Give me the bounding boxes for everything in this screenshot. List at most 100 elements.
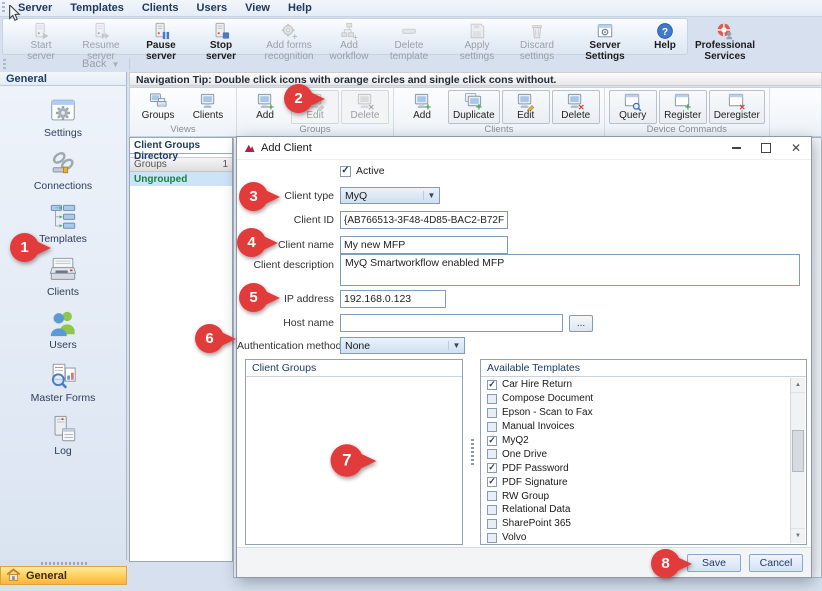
template-checkbox[interactable] <box>487 394 497 404</box>
device-commands-deregister-button[interactable]: ×Deregister <box>709 90 765 124</box>
add-workflow-icon: + <box>340 22 358 40</box>
ribbon-button-label: Duplicate <box>453 111 495 121</box>
template-label: One Drive <box>502 449 547 460</box>
template-checkbox[interactable] <box>487 463 497 473</box>
host-name-browse-button[interactable]: ... <box>569 315 593 332</box>
template-row-volvo[interactable]: Volvo <box>482 531 790 543</box>
client-type-select[interactable]: MyQ ▼ <box>340 187 440 204</box>
template-row-pdf-signature[interactable]: PDF Signature <box>482 475 790 489</box>
panel-splitter[interactable] <box>468 359 476 545</box>
template-row-rw-group[interactable]: RW Group <box>482 489 790 503</box>
toolbar-grip[interactable] <box>3 59 6 70</box>
template-checkbox[interactable] <box>487 436 497 446</box>
template-row-relational-data[interactable]: Relational Data <box>482 503 790 517</box>
ribbon-group-label: Clients <box>398 124 600 136</box>
dialog-title-bar[interactable]: Add Client ✕ <box>237 137 811 160</box>
ribbon-group-views: GroupsClientsViews <box>130 88 237 136</box>
template-label: PDF Password <box>502 463 569 474</box>
template-checkbox[interactable] <box>487 491 497 501</box>
ip-address-field[interactable] <box>340 290 446 308</box>
template-row-compose-document[interactable]: Compose Document <box>482 392 790 406</box>
server-settings-button[interactable]: Server Settings <box>575 20 635 53</box>
sidebar-footer-general[interactable]: General <box>0 566 127 585</box>
template-checkbox[interactable] <box>487 449 497 459</box>
start-server-icon <box>32 22 50 40</box>
clients-icon <box>199 92 218 111</box>
groups-list-header[interactable]: Groups 1 <box>130 157 232 172</box>
template-checkbox[interactable] <box>487 422 497 432</box>
client-id-label: Client ID <box>237 214 334 226</box>
sidebar-item-master-forms[interactable]: Master Forms <box>0 360 126 404</box>
add-icon: + <box>413 92 432 111</box>
save-button[interactable]: Save <box>687 554 741 572</box>
clients-add-button[interactable]: +Add <box>398 90 446 124</box>
template-checkbox[interactable] <box>487 477 497 487</box>
device-commands-register-button[interactable]: +Register <box>659 90 707 124</box>
views-clients-button[interactable]: Clients <box>184 90 232 124</box>
views-groups-button[interactable]: Groups <box>134 90 182 124</box>
scrollbar-thumb[interactable] <box>792 430 804 472</box>
template-checkbox[interactable] <box>487 380 497 390</box>
groups-add-button[interactable]: +Add <box>241 90 289 124</box>
template-row-manual-invoices[interactable]: Manual Invoices <box>482 420 790 434</box>
template-row-one-drive[interactable]: One Drive <box>482 447 790 461</box>
template-label: Manual Invoices <box>502 421 574 432</box>
template-checkbox[interactable] <box>487 408 497 418</box>
scroll-up-icon[interactable]: ▲ <box>791 378 805 393</box>
panel-title: Client Groups Directory <box>130 138 232 154</box>
menu-help[interactable]: Help <box>280 1 320 15</box>
host-name-field[interactable] <box>340 314 563 332</box>
minimize-button[interactable] <box>721 138 751 158</box>
sidebar-item-log[interactable]: Log <box>0 413 126 457</box>
templates-scrollbar[interactable]: ▲ ▼ <box>790 378 805 543</box>
template-row-epson-scan-to-fax[interactable]: Epson - Scan to Fax <box>482 406 790 420</box>
back-button[interactable]: Back▼ <box>82 58 119 70</box>
client-name-field[interactable] <box>340 236 508 254</box>
server-settings-icon <box>596 22 614 40</box>
discard-settings-button: Discard settings <box>507 20 567 53</box>
pause-server-button[interactable]: Pause server <box>131 20 191 53</box>
clients-duplicate-button[interactable]: +Duplicate <box>448 90 500 124</box>
client-id-field[interactable] <box>340 211 508 229</box>
template-checkbox[interactable] <box>487 533 497 543</box>
template-row-pdf-password[interactable]: PDF Password <box>482 461 790 475</box>
svg-text:?: ? <box>662 27 668 38</box>
device-commands-query-button[interactable]: Query <box>609 90 657 124</box>
group-row-ungrouped[interactable]: Ungrouped <box>130 172 232 186</box>
client-description-field[interactable]: MyQ Smartworkflow enabled MFP <box>340 254 800 286</box>
template-row-car-hire-return[interactable]: Car Hire Return <box>482 378 790 392</box>
professional-services-button[interactable]: Professional Services <box>695 20 755 53</box>
sidebar-item-settings[interactable]: Settings <box>0 95 126 139</box>
template-row-sharepoint-365[interactable]: SharePoint 365 <box>482 517 790 531</box>
template-checkbox[interactable] <box>487 519 497 529</box>
help-button[interactable]: ?Help <box>635 20 695 53</box>
available-templates-title: Available Templates <box>481 360 806 377</box>
resume-server-button: Resume server <box>71 20 131 53</box>
menu-users[interactable]: Users <box>189 1 236 15</box>
sidebar-item-users[interactable]: Users <box>0 307 126 351</box>
clients-delete-button[interactable]: ×Delete <box>552 90 600 124</box>
stop-server-button[interactable]: Stop server <box>191 20 251 53</box>
template-row-myq2[interactable]: MyQ2 <box>482 434 790 448</box>
active-checkbox[interactable] <box>340 166 351 177</box>
template-label: Compose Document <box>502 393 593 404</box>
callout-3: 3 <box>239 182 280 211</box>
scroll-down-icon[interactable]: ▼ <box>791 528 805 543</box>
toolbar-grip[interactable] <box>2 2 5 14</box>
ribbon-button-label: Query <box>619 111 646 121</box>
menu-clients[interactable]: Clients <box>134 1 187 15</box>
cancel-button[interactable]: Cancel <box>749 554 803 572</box>
sidebar-item-label: Log <box>54 445 72 457</box>
maximize-button[interactable] <box>751 138 781 158</box>
sidebar-item-label: Master Forms <box>31 392 96 404</box>
delete-template-icon <box>400 22 418 40</box>
template-checkbox[interactable] <box>487 505 497 515</box>
apply-settings-button: Apply settings <box>447 20 507 53</box>
auth-method-select[interactable]: None ▼ <box>340 337 465 354</box>
clients-edit-button[interactable]: Edit <box>502 90 550 124</box>
svg-text:+: + <box>292 32 297 40</box>
menu-templates[interactable]: Templates <box>62 1 132 15</box>
menu-view[interactable]: View <box>237 1 278 15</box>
close-button[interactable]: ✕ <box>781 138 811 158</box>
sidebar-item-connections[interactable]: Connections <box>0 148 126 192</box>
